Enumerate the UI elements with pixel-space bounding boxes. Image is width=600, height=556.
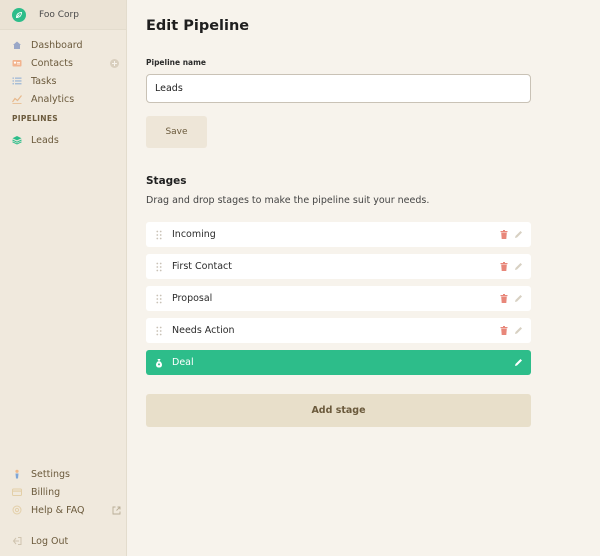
settings-icon bbox=[12, 469, 22, 479]
logout-icon bbox=[12, 536, 22, 546]
pencil-icon[interactable] bbox=[511, 292, 525, 306]
sidebar-item-label: Help & FAQ bbox=[31, 504, 85, 516]
sidebar-item-settings[interactable]: Settings bbox=[0, 465, 127, 483]
brand-header[interactable]: Foo Corp bbox=[0, 0, 126, 30]
stage-row[interactable]: First Contact bbox=[146, 254, 531, 279]
sidebar-item-contacts[interactable]: Contacts bbox=[0, 54, 127, 72]
stage-actions bbox=[497, 324, 531, 338]
logout-section: Log Out bbox=[0, 532, 127, 550]
money-bag-icon bbox=[146, 358, 172, 368]
leaf-logo-icon bbox=[12, 7, 26, 22]
logout-button[interactable]: Log Out bbox=[0, 532, 127, 550]
stages-title: Stages bbox=[146, 175, 187, 187]
sidebar-item-dashboard[interactable]: Dashboard bbox=[0, 36, 127, 54]
external-link-icon[interactable] bbox=[111, 505, 121, 515]
contacts-icon bbox=[12, 58, 22, 68]
sidebar-item-label: Tasks bbox=[31, 75, 57, 87]
billing-icon bbox=[12, 487, 22, 497]
deal-stage-row[interactable]: Deal bbox=[146, 350, 531, 375]
sidebar-item-label: Billing bbox=[31, 486, 61, 498]
analytics-icon bbox=[12, 94, 22, 104]
stage-row[interactable]: Needs Action bbox=[146, 318, 531, 343]
drag-handle-icon[interactable] bbox=[146, 230, 172, 240]
pencil-icon[interactable] bbox=[511, 260, 525, 274]
stage-list: Incoming First Contact Proposal Needs Ac… bbox=[146, 222, 531, 382]
stage-name: First Contact bbox=[172, 261, 232, 272]
brand-name: Foo Corp bbox=[39, 9, 79, 20]
trash-icon[interactable] bbox=[497, 228, 511, 242]
drag-handle-icon[interactable] bbox=[146, 294, 172, 304]
sidebar: Foo Corp Dashboard Contacts Tasks Analyt… bbox=[0, 0, 127, 556]
stage-actions bbox=[511, 356, 531, 370]
sidebar-item-label: Dashboard bbox=[31, 39, 83, 51]
stage-row[interactable]: Incoming bbox=[146, 222, 531, 247]
pencil-icon[interactable] bbox=[511, 228, 525, 242]
sidebar-item-tasks[interactable]: Tasks bbox=[0, 72, 127, 90]
trash-icon[interactable] bbox=[497, 260, 511, 274]
sidebar-item-billing[interactable]: Billing bbox=[0, 483, 127, 501]
layers-icon bbox=[12, 135, 22, 145]
pencil-icon[interactable] bbox=[511, 324, 525, 338]
stage-row[interactable]: Proposal bbox=[146, 286, 531, 311]
sidebar-item-leads[interactable]: Leads bbox=[0, 131, 127, 149]
add-stage-button[interactable]: Add stage bbox=[146, 394, 531, 427]
add-contact-icon[interactable] bbox=[110, 58, 119, 68]
stages-description: Drag and drop stages to make the pipelin… bbox=[146, 195, 430, 206]
pipelines-section: PIPELINES Leads bbox=[0, 110, 127, 149]
stage-actions bbox=[497, 228, 531, 242]
bottom-nav: Settings Billing Help & FAQ bbox=[0, 465, 127, 519]
save-button[interactable]: Save bbox=[146, 116, 207, 148]
page-title: Edit Pipeline bbox=[146, 18, 250, 34]
main-nav: Dashboard Contacts Tasks Analytics bbox=[0, 36, 127, 108]
sidebar-item-label: Contacts bbox=[31, 57, 73, 69]
pencil-icon[interactable] bbox=[511, 356, 525, 370]
drag-handle-icon[interactable] bbox=[146, 262, 172, 272]
help-icon bbox=[12, 505, 22, 515]
sidebar-item-label: Settings bbox=[31, 468, 70, 480]
pipeline-name-label: Pipeline name bbox=[146, 58, 207, 67]
trash-icon[interactable] bbox=[497, 324, 511, 338]
sidebar-item-label: Log Out bbox=[31, 535, 69, 547]
pipeline-name-input[interactable] bbox=[146, 74, 531, 103]
sidebar-item-help[interactable]: Help & FAQ bbox=[0, 501, 127, 519]
home-icon bbox=[12, 40, 22, 50]
stage-name: Proposal bbox=[172, 293, 213, 304]
sidebar-item-label: Leads bbox=[31, 134, 59, 146]
sidebar-item-label: Analytics bbox=[31, 93, 75, 105]
list-icon bbox=[12, 76, 22, 86]
trash-icon[interactable] bbox=[497, 292, 511, 306]
pipelines-section-title: PIPELINES bbox=[12, 113, 58, 123]
drag-handle-icon[interactable] bbox=[146, 326, 172, 336]
stage-actions bbox=[497, 292, 531, 306]
stage-name: Needs Action bbox=[172, 325, 235, 336]
stage-name: Incoming bbox=[172, 229, 216, 240]
stage-actions bbox=[497, 260, 531, 274]
stage-name: Deal bbox=[172, 357, 194, 368]
sidebar-item-analytics[interactable]: Analytics bbox=[0, 90, 127, 108]
